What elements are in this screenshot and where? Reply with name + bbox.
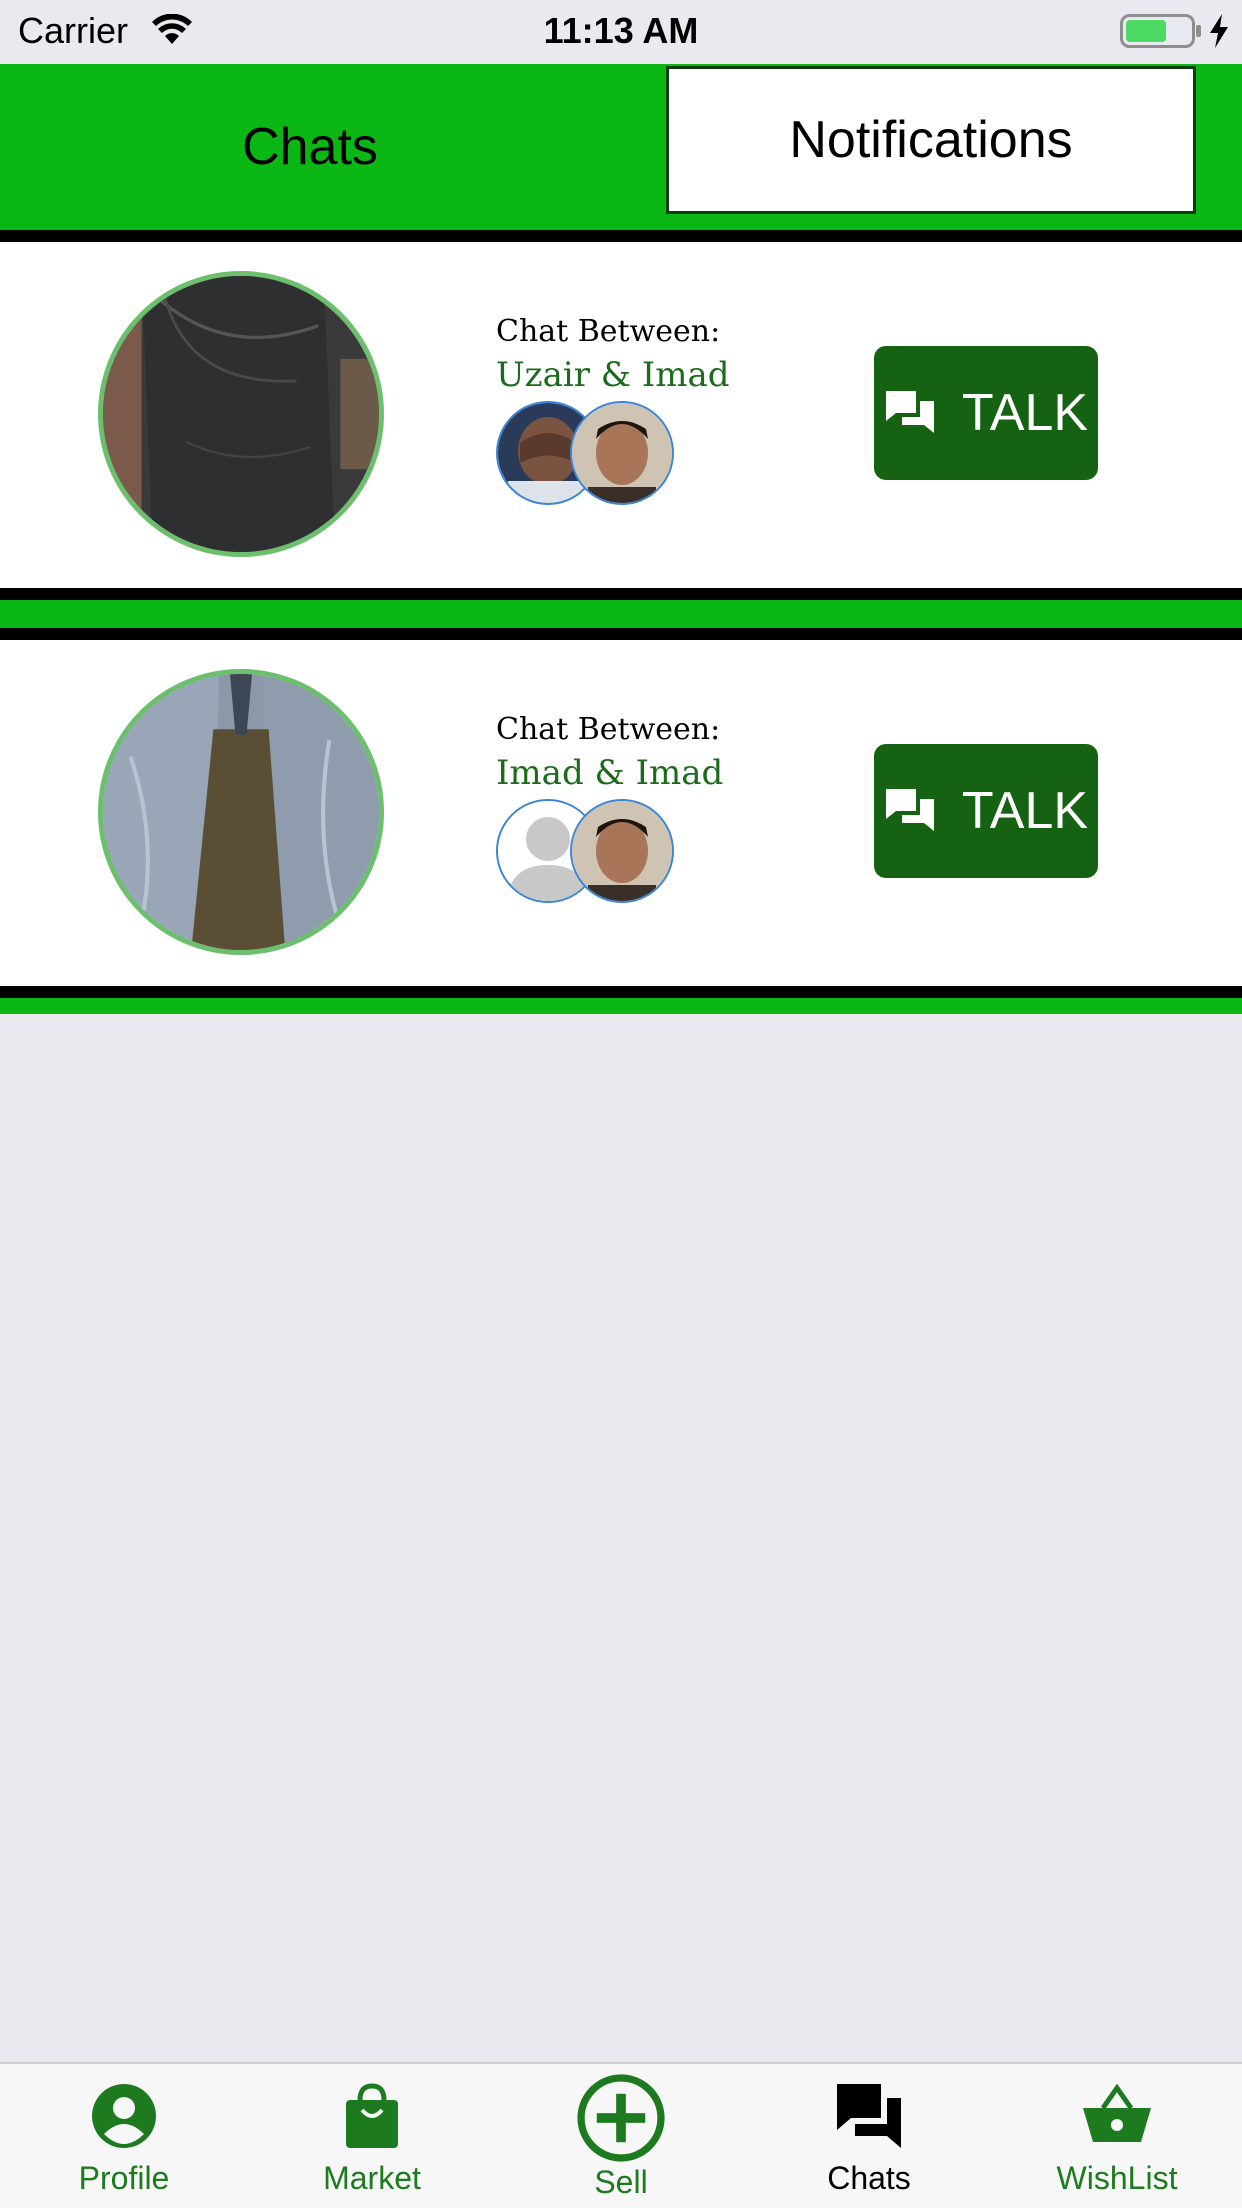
divider — [0, 230, 1242, 242]
top-tab-bar: Chats Notifications — [0, 64, 1242, 230]
chat-participants: Uzair & Imad — [496, 355, 730, 395]
chat-info: Chat Between: Imad & Imad — [496, 712, 756, 905]
shopping-bag-icon — [346, 2083, 398, 2148]
nav-wishlist[interactable]: WishList — [1017, 2064, 1217, 2208]
chat-row[interactable]: Chat Between: Imad & Imad TALK — [0, 640, 1242, 986]
chat-row[interactable]: Chat Between: Uzair & Imad TALK — [0, 242, 1242, 588]
green-divider — [0, 600, 1242, 628]
status-bar: Carrier 11:13 AM — [0, 0, 1242, 64]
nav-label: Sell — [594, 2164, 648, 2200]
chat-bubbles-icon — [885, 391, 934, 433]
talk-label: TALK — [961, 782, 1089, 840]
nav-sell[interactable]: Sell — [521, 2064, 721, 2208]
person-icon — [92, 2084, 156, 2148]
nav-chats[interactable]: Chats — [769, 2064, 969, 2208]
nav-label: Chats — [827, 2160, 911, 2196]
divider — [0, 628, 1242, 640]
bottom-tab-bar: Profile Market Sell Chats WishList — [0, 2062, 1242, 2208]
plus-circle-icon — [577, 2074, 665, 2162]
nav-label: Market — [323, 2160, 421, 2196]
chat-bubbles-icon — [885, 789, 934, 831]
divider — [0, 986, 1242, 998]
product-image-dark-jeans — [98, 271, 384, 557]
talk-button[interactable]: TALK — [874, 346, 1098, 480]
avatar — [570, 799, 674, 903]
chat-between-label: Chat Between: — [496, 314, 721, 349]
chat-info: Chat Between: Uzair & Imad — [496, 314, 756, 507]
tab-notifications[interactable]: Notifications — [666, 66, 1196, 214]
divider — [0, 588, 1242, 600]
nav-market[interactable]: Market — [272, 2064, 472, 2208]
tab-chats[interactable]: Chats — [0, 64, 620, 230]
avatar — [570, 401, 674, 505]
nav-label: Profile — [78, 2160, 170, 2196]
product-image-light-jeans — [98, 669, 384, 955]
green-divider — [0, 998, 1242, 1014]
chat-bubbles-icon — [837, 2084, 901, 2148]
participant-avatars — [496, 401, 756, 507]
nav-profile[interactable]: Profile — [24, 2064, 224, 2208]
chat-participants: Imad & Imad — [496, 753, 724, 793]
battery-icon — [1120, 14, 1201, 48]
participant-avatars — [496, 799, 756, 905]
chat-between-label: Chat Between: — [496, 712, 721, 747]
talk-label: TALK — [961, 384, 1089, 442]
basket-icon — [1083, 2083, 1151, 2142]
nav-label: WishList — [1056, 2160, 1178, 2196]
talk-button[interactable]: TALK — [874, 744, 1098, 878]
charging-bolt-icon — [1210, 14, 1228, 48]
status-time: 11:13 AM — [543, 10, 699, 51]
